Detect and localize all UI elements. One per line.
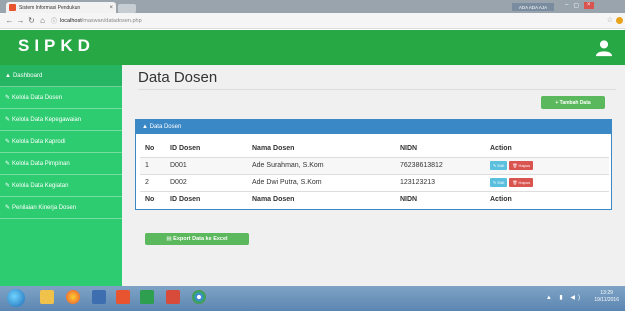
export-excel-button[interactable]: ▤ Export Data ke Excel xyxy=(145,233,249,245)
sidebar-item-kelola-kaprodi[interactable]: ✎ Kelola Data Kaprodi xyxy=(0,131,122,153)
edit-icon: ✎ xyxy=(5,183,11,189)
cell-id: D002 xyxy=(165,174,247,192)
cell-id: D001 xyxy=(165,157,247,175)
main-content: Data Dosen + Tambah Data ▲ Data Dosen No… xyxy=(122,65,625,286)
forward-icon[interactable]: → xyxy=(15,16,26,25)
info-icon[interactable]: ⓘ xyxy=(51,16,57,25)
bookmark-star-icon[interactable]: ☆ xyxy=(607,16,613,24)
url-path: /maswan/datadosen.php xyxy=(81,17,142,24)
home-icon[interactable]: ⌂ xyxy=(37,16,48,25)
col-footer-nama: Nama Dosen xyxy=(252,196,295,204)
back-icon[interactable]: ← xyxy=(4,16,15,25)
cell-action: ✎ Edit 🗑 Hapus xyxy=(485,157,609,175)
clock-time: 13:29 xyxy=(600,290,613,296)
chrome-icon[interactable] xyxy=(192,290,206,304)
start-button-icon[interactable] xyxy=(7,289,25,307)
address-bar: ← → ↻ ⌂ ⓘ localhost /maswan/datadosen.ph… xyxy=(0,13,625,29)
window-controls: – ▢ × xyxy=(565,2,594,9)
edit-icon: ✎ xyxy=(5,205,11,211)
firefox-icon[interactable] xyxy=(66,290,80,304)
tab-title: Sistem Informasi Pendukun xyxy=(19,4,81,11)
url-input[interactable]: ⓘ localhost /maswan/datadosen.php xyxy=(51,15,595,26)
xampp-icon[interactable] xyxy=(116,290,130,304)
excel-icon[interactable] xyxy=(140,290,154,304)
clock-date: 19/11/2016 xyxy=(594,297,619,303)
col-footer-no: No xyxy=(145,196,155,204)
cell-nama: Ade Surahman, S.Kom xyxy=(247,157,395,175)
delete-button[interactable]: 🗑 Hapus xyxy=(509,178,534,187)
sidebar: ▲ Dashboard ✎ Kelola Data Dosen ✎ Kelola… xyxy=(0,65,122,286)
browser-tab[interactable]: Sistem Informasi Pendukun × xyxy=(6,2,116,13)
sidebar-item-label: Kelola Data Kepegawaian xyxy=(12,116,82,123)
add-data-button[interactable]: + Tambah Data xyxy=(541,96,605,109)
app-header: SIPKD xyxy=(0,30,625,65)
tab-close-icon[interactable]: × xyxy=(109,5,113,11)
sidebar-item-dashboard[interactable]: ▲ Dashboard xyxy=(0,65,122,87)
minimize-icon[interactable]: – xyxy=(565,2,568,9)
new-tab-button[interactable] xyxy=(118,4,136,13)
panel-header: ▲ Data Dosen xyxy=(136,120,611,134)
page-title: Data Dosen xyxy=(138,69,218,86)
edit-icon: ✎ xyxy=(5,161,11,167)
cell-action: ✎ Edit 🗑 Hapus xyxy=(485,174,609,192)
url-host: localhost xyxy=(60,17,82,24)
table-row: 1 D001 Ade Surahman, S.Kom 76238613812 ✎… xyxy=(140,157,609,175)
window-close-icon[interactable]: × xyxy=(584,2,594,9)
maximize-icon[interactable]: ▢ xyxy=(573,2,579,9)
data-panel: ▲ Data Dosen No ID Dosen Nama Dosen NIDN… xyxy=(135,119,612,210)
app-icon[interactable] xyxy=(166,290,180,304)
cell-nidn: 123123213 xyxy=(395,174,485,192)
browser-titlebar: Sistem Informasi Pendukun × ADA ADA AJA … xyxy=(0,0,625,13)
edit-icon: ✎ xyxy=(5,139,11,145)
col-header-no: No xyxy=(140,140,165,158)
sidebar-item-label: Kelola Data Kaprodi xyxy=(12,138,66,145)
file-explorer-icon[interactable] xyxy=(40,290,54,304)
clock[interactable]: 13:29 19/11/2016 xyxy=(594,290,619,304)
dosen-table: No ID Dosen Nama Dosen NIDN Action 1 D00… xyxy=(140,140,609,208)
window-user-badge: ADA ADA AJA xyxy=(512,3,554,11)
mail-icon[interactable] xyxy=(92,290,106,304)
edit-button[interactable]: ✎ Edit xyxy=(490,178,508,187)
sidebar-item-label: Kelola Data Pimpinan xyxy=(12,160,70,167)
col-header-nidn: NIDN xyxy=(395,140,485,158)
cell-nidn: 76238613812 xyxy=(395,157,485,175)
sidebar-item-kelola-kegiatan[interactable]: ✎ Kelola Data Kegiatan xyxy=(0,175,122,197)
sidebar-item-label: Dashboard xyxy=(12,72,43,79)
cell-nama: Ade Dwi Putra, S.Kom xyxy=(247,174,395,192)
sidebar-item-label: Penilaian Kinerja Dosen xyxy=(12,204,77,211)
favicon-icon xyxy=(9,4,16,11)
edit-icon: ✎ xyxy=(5,117,11,123)
col-footer-action: Action xyxy=(490,196,512,204)
delete-button[interactable]: 🗑 Hapus xyxy=(509,161,534,170)
cell-no: 1 xyxy=(140,157,165,175)
table-footer-row: No ID Dosen Nama Dosen NIDN Action xyxy=(140,191,609,208)
sidebar-item-penilaian-kinerja[interactable]: ✎ Penilaian Kinerja Dosen xyxy=(0,197,122,219)
title-divider xyxy=(138,89,616,90)
edit-icon: ✎ xyxy=(5,95,11,101)
table-header-row: No ID Dosen Nama Dosen NIDN Action xyxy=(140,140,609,158)
extension-icon[interactable] xyxy=(616,17,623,24)
sidebar-item-kelola-pimpinan[interactable]: ✎ Kelola Data Pimpinan xyxy=(0,153,122,175)
sidebar-item-label: Kelola Data Kegiatan xyxy=(12,182,69,189)
reload-icon[interactable]: ↻ xyxy=(26,16,37,25)
col-footer-id: ID Dosen xyxy=(170,196,201,204)
col-header-nama: Nama Dosen xyxy=(247,140,395,158)
table-row: 2 D002 Ade Dwi Putra, S.Kom 123123213 ✎ … xyxy=(140,174,609,192)
system-tray[interactable]: ▲ ▮ ◀) xyxy=(546,294,583,301)
col-header-id: ID Dosen xyxy=(165,140,247,158)
user-icon[interactable] xyxy=(595,39,613,57)
col-footer-nidn: NIDN xyxy=(400,196,418,204)
sidebar-item-kelola-dosen[interactable]: ✎ Kelola Data Dosen xyxy=(0,87,122,109)
col-header-action: Action xyxy=(485,140,609,158)
edit-button[interactable]: ✎ Edit xyxy=(490,161,508,170)
dashboard-icon: ▲ xyxy=(5,72,11,79)
sidebar-item-label: Kelola Data Dosen xyxy=(12,94,63,101)
taskbar: ▲ ▮ ◀) 13:29 19/11/2016 xyxy=(0,286,625,311)
sidebar-item-kelola-kepegawaian[interactable]: ✎ Kelola Data Kepegawaian xyxy=(0,109,122,131)
brand-logo[interactable]: SIPKD xyxy=(18,36,95,56)
cell-no: 2 xyxy=(140,174,165,192)
